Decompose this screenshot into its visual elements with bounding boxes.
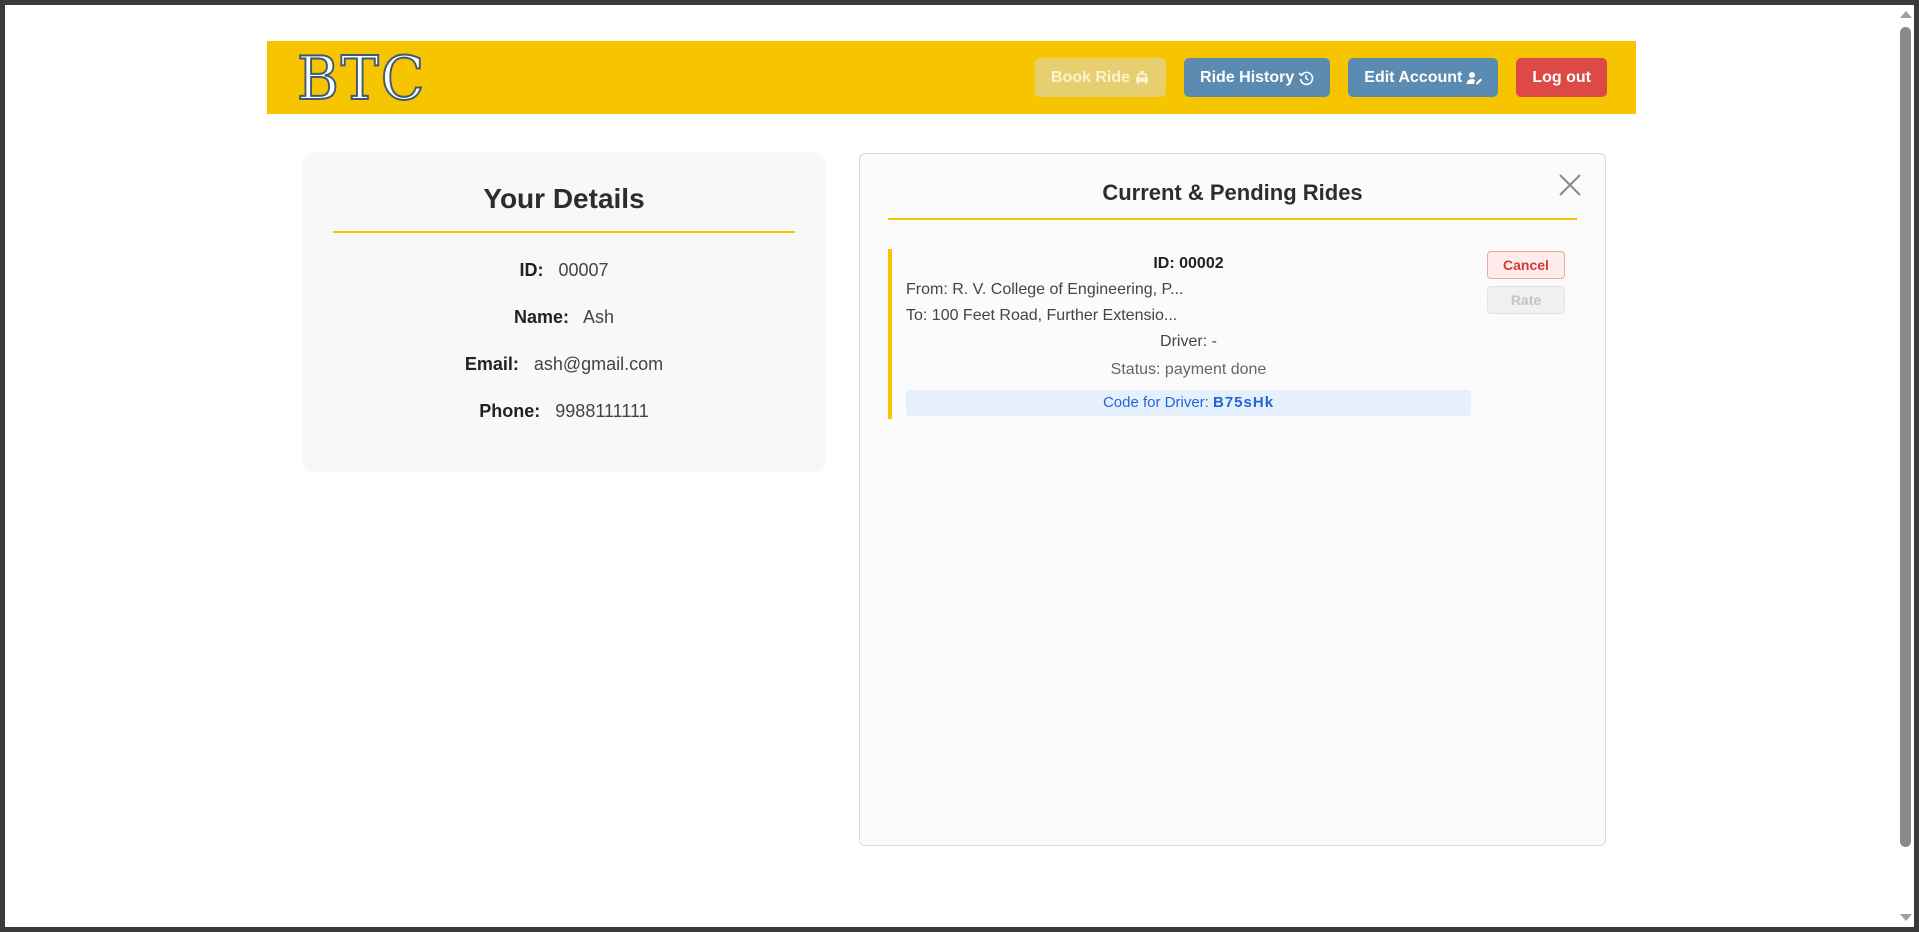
- divider: [888, 218, 1577, 220]
- logo[interactable]: BTC: [296, 48, 426, 110]
- divider: [333, 231, 795, 233]
- driver-code-value: B75sHk: [1213, 394, 1275, 411]
- detail-row-id: ID: 00007: [305, 260, 823, 281]
- current-rides-panel: Current & Pending Rides ID: 00002 From: …: [859, 153, 1606, 846]
- ride-from: From: R. V. College of Engineering, P...: [906, 281, 1184, 298]
- scroll-down-arrow-icon[interactable]: [1900, 914, 1912, 921]
- logout-button[interactable]: Log out: [1516, 58, 1607, 97]
- id-value: 00007: [558, 260, 609, 280]
- edit-account-label: Edit Account: [1364, 68, 1463, 86]
- book-ride-label: Book Ride: [1050, 68, 1131, 86]
- history-icon: [1298, 71, 1314, 85]
- ride-history-label: Ride History: [1200, 68, 1295, 86]
- ride-history-button[interactable]: Ride History: [1184, 58, 1331, 97]
- nav-buttons: Book Ride Ride History Edit Account Log …: [1034, 58, 1607, 97]
- page-viewport: BTC Book Ride Ride History Edit Account …: [5, 5, 1896, 927]
- name-value: Ash: [583, 307, 615, 327]
- user-edit-icon: [1466, 71, 1483, 84]
- scroll-up-arrow-icon[interactable]: [1900, 11, 1912, 18]
- ride-to: To: 100 Feet Road, Further Extensio...: [906, 307, 1178, 324]
- phone-label: Phone:: [479, 401, 541, 421]
- navbar: BTC Book Ride Ride History Edit Account …: [267, 41, 1636, 114]
- book-ride-button[interactable]: Book Ride: [1034, 58, 1167, 97]
- driver-code-label: Code for Driver:: [1102, 394, 1209, 411]
- detail-row-email: Email: ash@gmail.com: [305, 354, 823, 375]
- ride-item: ID: 00002 From: R. V. College of Enginee…: [888, 249, 1568, 419]
- taxi-icon: [1135, 70, 1149, 84]
- phone-value: 9988111111: [555, 401, 649, 421]
- email-label: Email:: [464, 354, 519, 374]
- ride-driver: Driver: -: [1160, 333, 1217, 350]
- name-label: Name:: [513, 307, 569, 327]
- id-label: ID:: [519, 260, 544, 280]
- ride-id: ID: 00002: [1153, 255, 1224, 272]
- vertical-scrollbar[interactable]: [1896, 5, 1914, 927]
- driver-code-banner: Code for Driver: B75sHk: [906, 390, 1471, 416]
- scroll-thumb[interactable]: [1900, 27, 1911, 847]
- close-icon[interactable]: [1557, 172, 1583, 198]
- rate-ride-button[interactable]: Rate: [1487, 286, 1565, 314]
- ride-actions: Cancel Rate: [1487, 251, 1565, 314]
- ride-status: Status: payment done: [1110, 361, 1267, 378]
- detail-row-phone: Phone: 9988111111: [305, 401, 823, 422]
- edit-account-button[interactable]: Edit Account: [1348, 58, 1499, 97]
- your-details-title: Your Details: [483, 183, 645, 214]
- cancel-ride-button[interactable]: Cancel: [1487, 251, 1565, 279]
- detail-row-name: Name: Ash: [305, 307, 823, 328]
- current-rides-title: Current & Pending Rides: [1102, 180, 1363, 205]
- email-value: ash@gmail.com: [533, 354, 664, 374]
- your-details-card: Your Details ID: 00007 Name: Ash Email: …: [305, 153, 823, 469]
